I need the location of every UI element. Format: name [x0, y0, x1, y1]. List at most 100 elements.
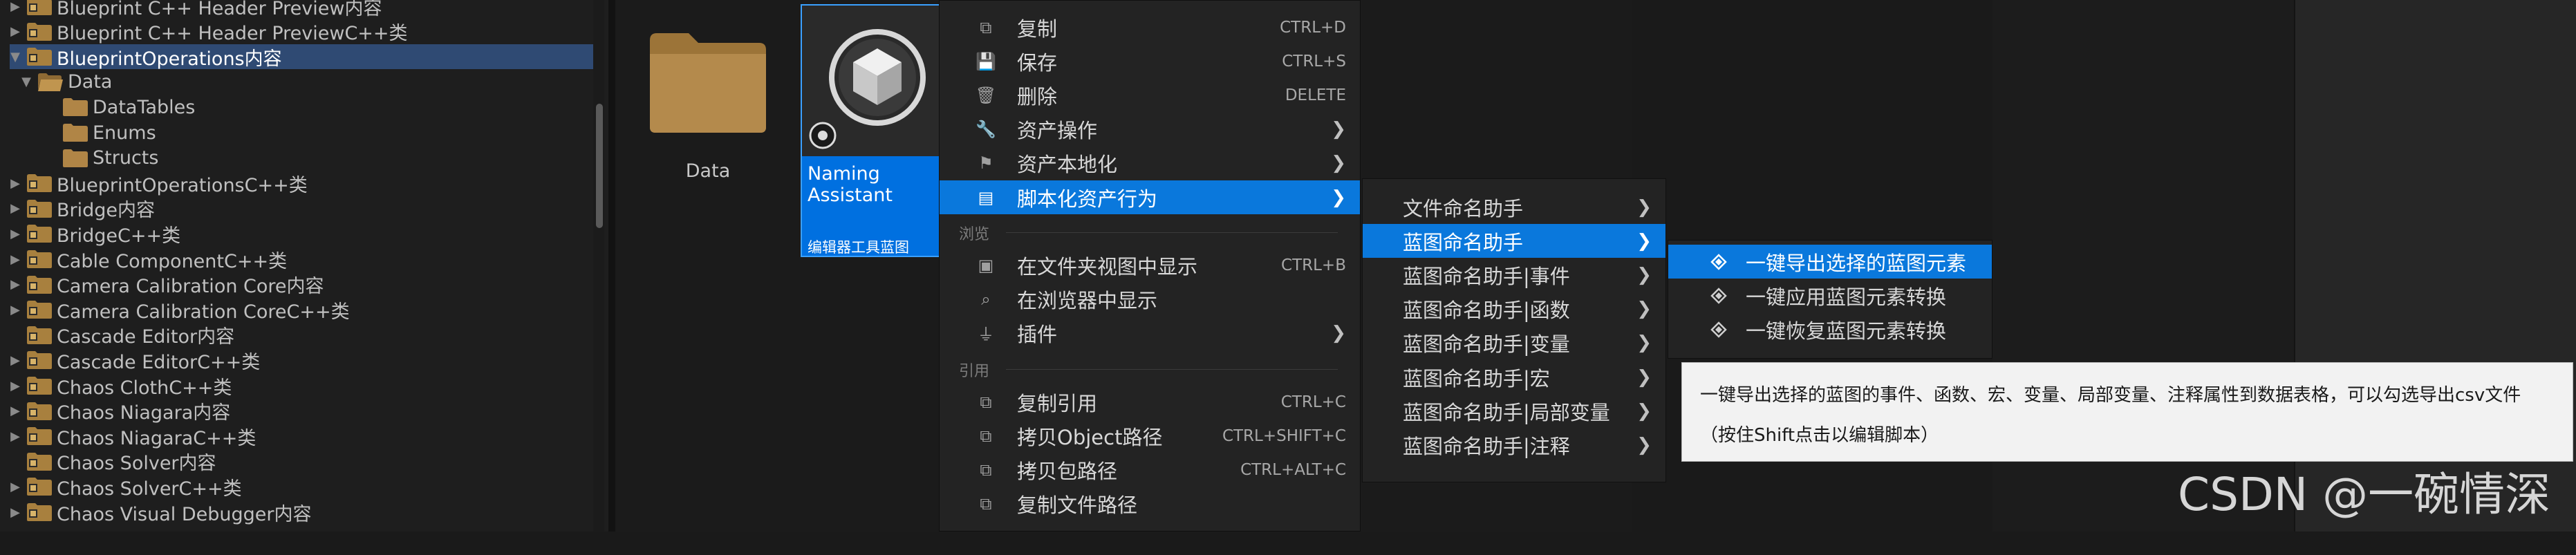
menu-item-flag[interactable]: ⚑ 资产本地化 ❯: [940, 147, 1360, 180]
tree-row[interactable]: ▶ Cascade EditorC++类: [0, 348, 593, 373]
menu-item-copy-package[interactable]: ⧉ 拷贝包路径 CTRL+ALT+C: [940, 453, 1360, 487]
collapse-arrow-icon[interactable]: ▼: [18, 75, 35, 89]
tree-row[interactable]: Structs: [0, 146, 593, 171]
tree-row[interactable]: Cascade Editor内容: [0, 323, 593, 348]
tree-row[interactable]: ▶ Camera Calibration CoreC++类: [0, 297, 593, 323]
menu-item-wrench[interactable]: 🔧 资产操作 ❯: [940, 113, 1360, 147]
submenu-item-label: 蓝图命名助手|注释: [1403, 434, 1570, 458]
shortcut-label: CTRL+ALT+C: [1240, 460, 1346, 479]
submenu-arrow-icon: ❯: [1636, 332, 1652, 354]
blueprint-action-item[interactable]: 一键导出选择的蓝图元素: [1668, 245, 1992, 279]
shortcut-label: CTRL+C: [1280, 393, 1346, 411]
tree-row[interactable]: ▶ Chaos SolverC++类: [0, 474, 593, 500]
submenu-arrow-icon: ❯: [1636, 366, 1652, 388]
expand-arrow-icon[interactable]: ▶: [7, 429, 24, 444]
expand-arrow-icon[interactable]: ▶: [7, 353, 24, 368]
blueprint-action-item[interactable]: 一键恢复蓝图元素转换: [1668, 312, 1992, 346]
tree-scrollbar-track[interactable]: [593, 0, 604, 532]
menu-item-cutoff[interactable]: [940, 0, 1360, 8]
submenu-item[interactable]: 蓝图命名助手|函数 ❯: [1363, 292, 1665, 326]
tree-item-label: Camera Calibration Core内容: [57, 276, 324, 298]
tree-row[interactable]: ▶ Blueprint C++ Header PreviewC++类: [0, 19, 593, 44]
expand-arrow-icon[interactable]: ▶: [7, 227, 24, 241]
tree-row[interactable]: ▶ BlueprintOperationsC++类: [0, 171, 593, 196]
submenu-item[interactable]: 蓝图命名助手 ❯: [1363, 224, 1665, 258]
menu-item-copy-path[interactable]: ⧉ 拷贝Object路径 CTRL+SHIFT+C: [940, 419, 1360, 453]
submenu-item-label: 蓝图命名助手|函数: [1403, 299, 1570, 323]
tooltip-description: 一键导出选择的蓝图的事件、函数、宏、变量、局部变量、注释属性到数据表格，可以勾选…: [1700, 385, 2521, 406]
tree-scrollbar-thumb[interactable]: [596, 104, 603, 228]
menu-item-save[interactable]: 💾 保存 CTRL+S: [940, 44, 1360, 78]
expand-arrow-icon[interactable]: ▶: [7, 404, 24, 418]
tree-row[interactable]: ▶ Blueprint C++ Header Preview内容: [0, 0, 593, 19]
menu-item-copy[interactable]: ⧉ 复制 CTRL+D: [940, 10, 1360, 44]
asset-tile-naming-assistant[interactable]: Naming Assistant 编辑器工具蓝图: [801, 4, 954, 257]
panel-splitter[interactable]: [608, 0, 615, 532]
tree-row[interactable]: ▼ BlueprintOperations内容: [7, 44, 593, 70]
tree-row[interactable]: ▶ Chaos Visual Debugger内容: [0, 500, 593, 525]
submenu-item-label: 文件命名助手: [1403, 196, 1524, 220]
tree-row[interactable]: ▶ Chaos ClothC++类: [0, 373, 593, 399]
submenu-arrow-icon: ❯: [1636, 299, 1652, 320]
copy-package-icon: ⧉: [980, 460, 992, 480]
expand-arrow-icon[interactable]: ▶: [7, 201, 24, 216]
scripted-actions-submenu: 文件命名助手 ❯ 蓝图命名助手 ❯ 蓝图命名助手|事件 ❯ 蓝图命名助手|函数 ❯ 蓝图命名助手…: [1362, 178, 1666, 482]
expand-arrow-icon[interactable]: ▶: [7, 0, 24, 14]
submenu-arrow-icon: ❯: [1636, 400, 1652, 422]
tree-row[interactable]: ▶ Camera Calibration Core内容: [0, 272, 593, 297]
expand-arrow-icon[interactable]: ▶: [7, 505, 24, 520]
blueprint-action-label: 一键导出选择的蓝图元素: [1746, 251, 1967, 275]
menu-item-label: 保存: [1017, 50, 1058, 75]
menu-item-script[interactable]: ▤ 脚本化资产行为 ❯: [940, 180, 1360, 214]
plugin-folder-icon: [26, 477, 53, 496]
expand-arrow-icon[interactable]: ▶: [7, 277, 24, 292]
expand-arrow-icon[interactable]: ▶: [7, 176, 24, 191]
tree-row[interactable]: Enums: [0, 120, 593, 145]
folder-tile-data[interactable]: [646, 25, 770, 135]
tree-row[interactable]: Chaos Solver内容: [0, 449, 593, 474]
menu-item-browser-search[interactable]: ⌕ 在浏览器中显示: [940, 282, 1360, 316]
submenu-item[interactable]: 蓝图命名助手|局部变量 ❯: [1363, 394, 1665, 428]
collapse-arrow-icon[interactable]: ▼: [7, 50, 24, 64]
blueprint-action-label: 一键应用蓝图元素转换: [1746, 285, 1947, 309]
submenu-item[interactable]: 蓝图命名助手|事件 ❯: [1363, 258, 1665, 292]
tree-row[interactable]: ▼ Data: [0, 70, 593, 95]
plugin-folder-icon: [26, 199, 53, 218]
submenu-item[interactable]: 文件命名助手 ❯: [1363, 190, 1665, 224]
menu-item-cutoff[interactable]: [940, 521, 1360, 555]
tree-item-label: Chaos ClothC++类: [57, 377, 232, 399]
shortcut-label: CTRL+S: [1282, 52, 1346, 70]
menu-item-label: 拷贝Object路径: [1017, 425, 1163, 449]
shortcut-label: CTRL+SHIFT+C: [1222, 426, 1346, 445]
expand-arrow-icon[interactable]: ▶: [7, 24, 24, 39]
tree-row[interactable]: ▶ Cable ComponentC++类: [0, 247, 593, 272]
submenu-arrow-icon: ❯: [1331, 322, 1346, 344]
menu-item-copy-file[interactable]: ⧉ 复制文件路径: [940, 487, 1360, 521]
tree-row[interactable]: ▶ Chaos NiagaraC++类: [0, 424, 593, 449]
blueprint-action-item[interactable]: 一键应用蓝图元素转换: [1668, 279, 1992, 312]
tree-row[interactable]: ▶ BridgeC++类: [0, 221, 593, 247]
expand-arrow-icon[interactable]: ▶: [7, 379, 24, 393]
submenu-item[interactable]: 蓝图命名助手|宏 ❯: [1363, 360, 1665, 394]
expand-arrow-icon[interactable]: ▶: [7, 480, 24, 494]
menu-separator: [1006, 369, 1338, 370]
menu-item-plugin[interactable]: ⏚ 插件 ❯: [940, 316, 1360, 350]
expand-arrow-icon[interactable]: ▶: [7, 252, 24, 267]
expand-arrow-icon[interactable]: ▶: [7, 303, 24, 317]
submenu-item[interactable]: 蓝图命名助手|注释 ❯: [1363, 428, 1665, 462]
trash-icon: 🗑: [975, 85, 997, 105]
tree-row[interactable]: ▶ Chaos Niagara内容: [0, 399, 593, 424]
tree-row[interactable]: ▶ Bridge内容: [0, 196, 593, 221]
folder-tree-panel: ▶ Blueprint C++ Header Preview内容 ▶ Blueprin…: [0, 0, 615, 532]
menu-item-trash[interactable]: 🗑 删除 DELETE: [940, 78, 1360, 112]
wrench-icon: 🔧: [976, 120, 996, 140]
plugin-folder-icon: [26, 376, 53, 395]
tree-row[interactable]: DataTables: [0, 95, 593, 120]
folder-icon: [62, 123, 88, 142]
plugin-folder-icon: [26, 502, 53, 522]
diamond-icon: [1710, 287, 1728, 305]
plugin-folder-icon: [26, 402, 53, 421]
menu-item-copy-ref[interactable]: ⧉ 复制引用 CTRL+C: [940, 385, 1360, 419]
submenu-item[interactable]: 蓝图命名助手|变量 ❯: [1363, 326, 1665, 360]
menu-item-folder-view[interactable]: ▣ 在文件夹视图中显示 CTRL+B: [940, 248, 1360, 282]
